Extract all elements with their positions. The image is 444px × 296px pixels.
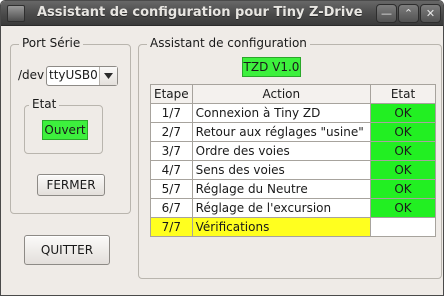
table-row[interactable]: 6/7 Réglage de l'excursion OK [150,198,436,218]
step-cell: 7/7 [150,217,193,237]
quit-button[interactable]: QUITTER [24,235,110,265]
state-cell [370,217,436,237]
table-row[interactable]: 1/7 Connexion à Tiny ZD OK [150,103,436,123]
step-cell: 1/7 [150,103,193,123]
column-header-step: Etape [150,84,193,104]
column-header-action: Action [191,84,372,104]
step-cell: 3/7 [150,141,193,161]
step-cell: 5/7 [150,179,193,199]
step-cell: 2/7 [150,122,193,142]
device-select[interactable]: ttyUSB0 [46,66,118,86]
action-cell: Sens des voies [191,160,372,180]
state-group: Etat Ouvert [24,97,103,154]
device-select-arrow[interactable] [99,67,117,85]
state-group-title: Etat [29,97,60,111]
maximize-icon[interactable]: ⌃ [398,4,419,23]
step-cell: 6/7 [150,198,193,218]
close-port-button[interactable]: FERMER [37,174,105,196]
serial-port-group-title: Port Série [19,36,84,50]
device-select-value: ttyUSB0 [49,68,98,82]
state-cell: OK [370,160,436,180]
state-cell: OK [370,198,436,218]
action-cell: Réglage de l'excursion [191,198,372,218]
action-cell: Vérifications [191,217,372,237]
title-bar[interactable]: Assistant de configuration pour Tiny Z-D… [1,1,443,26]
table-row-current[interactable]: 7/7 Vérifications [150,217,436,237]
column-header-state: Etat [370,84,436,104]
close-icon[interactable]: ✕ [420,4,441,23]
serial-port-group: Port Série /dev ttyUSB0 Etat Ouvert FERM… [10,36,131,214]
main-window: Assistant de configuration pour Tiny Z-D… [0,0,444,296]
port-state-badge: Ouvert [42,120,88,140]
table-row[interactable]: 3/7 Ordre des voies OK [150,141,436,161]
chevron-down-icon [104,73,113,79]
state-cell: OK [370,122,436,142]
steps-table: Etape Action Etat 1/7 Connexion à Tiny Z… [150,84,436,237]
minimize-icon[interactable]: — [376,4,397,23]
action-cell: Réglage du Neutre [191,179,372,199]
app-icon[interactable] [7,5,25,22]
table-row[interactable]: 4/7 Sens des voies OK [150,160,436,180]
action-cell: Ordre des voies [191,141,372,161]
device-prefix-label: /dev [18,68,45,82]
table-row[interactable]: 2/7 Retour aux réglages "usine" OK [150,122,436,142]
window-title: Assistant de configuration pour Tiny Z-D… [37,5,363,20]
state-cell: OK [370,141,436,161]
state-cell: OK [370,179,436,199]
wizard-group-title: Assistant de configuration [147,36,310,50]
action-cell: Connexion à Tiny ZD [191,103,372,123]
version-badge: TZD V1.0 [242,57,301,77]
state-cell: OK [370,103,436,123]
step-cell: 4/7 [150,160,193,180]
table-header-row: Etape Action Etat [150,84,436,104]
table-row[interactable]: 5/7 Réglage du Neutre OK [150,179,436,199]
action-cell: Retour aux réglages "usine" [191,122,372,142]
